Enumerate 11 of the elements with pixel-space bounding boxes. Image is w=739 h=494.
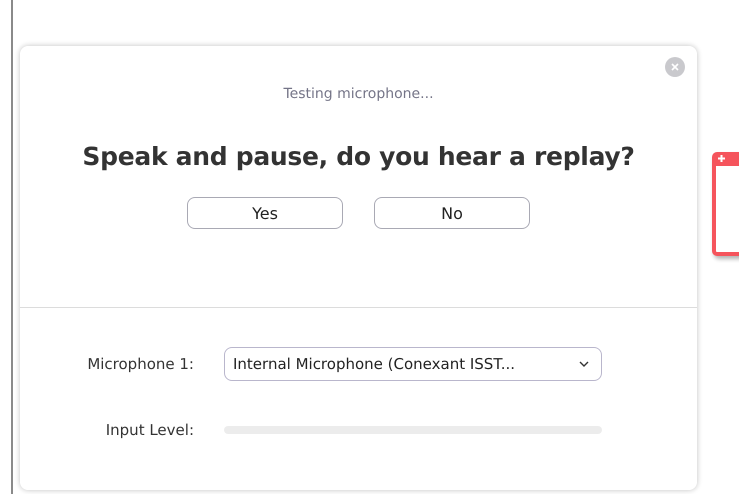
- close-icon: [671, 63, 679, 71]
- microphone-dropdown[interactable]: Internal Microphone (Conexant ISST...: [224, 347, 602, 381]
- close-button[interactable]: [665, 57, 685, 77]
- status-text: Testing microphone...: [283, 86, 434, 102]
- answer-button[interactable]: Yes: [187, 197, 343, 229]
- question-heading: Speak and pause, do you hear a replay?: [82, 142, 635, 171]
- input-level-label: Input Level:: [104, 421, 194, 439]
- chevron-down-icon: [579, 361, 589, 367]
- answer-button[interactable]: No: [374, 197, 530, 229]
- plus-icon: [718, 155, 725, 162]
- microphone-label: Microphone 1:: [86, 355, 194, 373]
